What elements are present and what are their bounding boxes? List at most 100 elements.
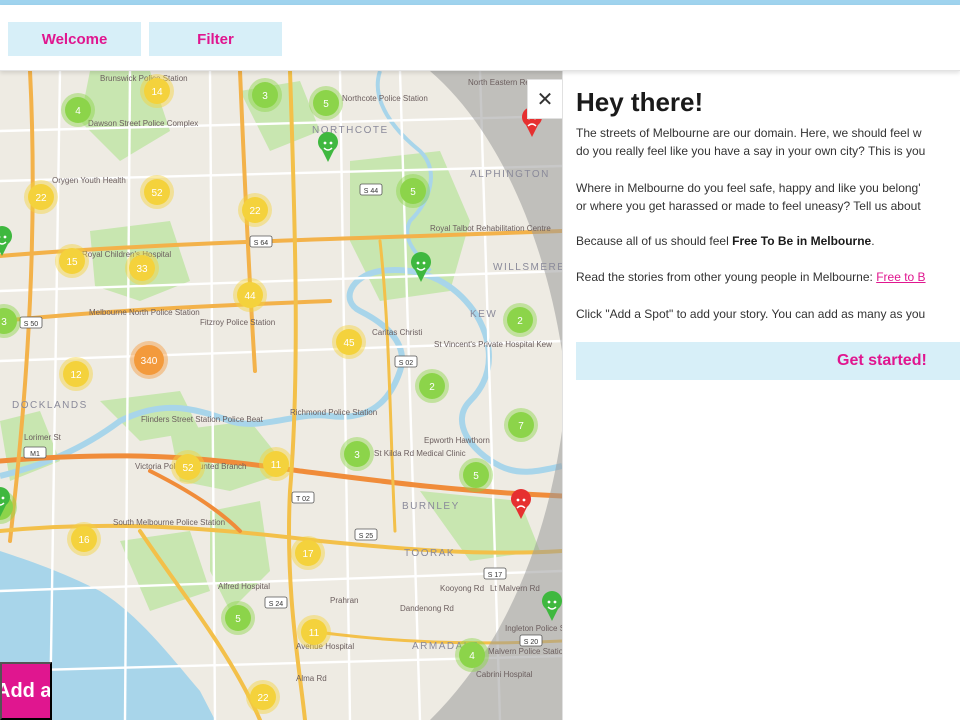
cluster-count: 5	[473, 471, 479, 482]
marker-eye	[323, 141, 327, 145]
map-cluster[interactable]: 16	[67, 522, 101, 556]
add-spot-button[interactable]: Add a Spot	[0, 662, 52, 720]
road-shield-label: S 44	[364, 188, 379, 195]
intro-paragraph-line-1: The streets of Melbourne are our domain.…	[576, 126, 922, 140]
map-cluster[interactable]: 5	[221, 601, 255, 635]
map-cluster[interactable]: 2	[415, 369, 449, 403]
map-cluster[interactable]: 2	[503, 303, 537, 337]
map-cluster[interactable]: 11	[259, 447, 293, 481]
free-to-be-suffix: .	[871, 234, 875, 248]
map-cluster[interactable]: 7	[504, 408, 538, 442]
road-shield-label: S 20	[524, 639, 539, 646]
cluster-count: 7	[518, 421, 524, 432]
add-spot-instructions: Click "Add a Spot" to add your story. Yo…	[576, 307, 926, 321]
map-cluster[interactable]: 22	[238, 193, 272, 227]
map-cluster[interactable]: 44	[233, 278, 267, 312]
map-cluster[interactable]: 52	[140, 175, 174, 209]
road-shield-label: S 17	[488, 572, 503, 579]
cluster-count: 14	[151, 87, 163, 98]
map-cluster[interactable]: 4	[455, 638, 489, 672]
question-paragraph-line-2: or where you get harassed or made to fee…	[576, 199, 921, 213]
map-cluster[interactable]: 22	[246, 680, 280, 714]
road-shield-label: S 64	[254, 240, 269, 247]
cluster-count: 3	[1, 317, 7, 328]
marker-eye	[547, 600, 551, 604]
add-spot-label: Add a Spot	[2, 679, 52, 702]
filter-button[interactable]: Filter	[149, 22, 282, 56]
cluster-count: 22	[35, 193, 47, 204]
stories-link[interactable]: Free to B	[876, 270, 925, 284]
marker-eye	[522, 498, 526, 502]
map-cluster[interactable]: 340	[130, 341, 168, 379]
cluster-count: 15	[66, 257, 78, 268]
map-place-label: Alfred Hospital	[218, 582, 270, 591]
road-shield-label: S 25	[359, 533, 374, 540]
map-cluster[interactable]: 33	[125, 251, 159, 285]
map-cluster[interactable]: 17	[291, 536, 325, 570]
map-place-label: Prahran	[330, 596, 358, 605]
road-shield-label: T 02	[296, 496, 310, 503]
map-place-label: TOORAK	[404, 548, 455, 559]
map-place-label: Fitzroy Police Station	[200, 318, 275, 327]
cluster-count: 5	[410, 187, 416, 198]
map-place-label: WILLSMERE	[493, 262, 562, 273]
close-panel-button[interactable]: ✕	[527, 79, 562, 119]
map-cluster[interactable]: 11	[297, 615, 331, 649]
cluster-count: 52	[182, 463, 194, 474]
map-cluster[interactable]: 14	[140, 74, 174, 108]
map-place-label: KEW	[470, 309, 497, 320]
map-cluster[interactable]: 3	[248, 78, 282, 112]
map-place-label: Melbourne North Police Station	[89, 308, 200, 317]
close-icon: ✕	[536, 88, 554, 111]
map-place-label: Lorimer St	[24, 433, 62, 442]
marker-eye	[553, 600, 557, 604]
cluster-count: 16	[78, 535, 90, 546]
map-view[interactable]: Brunswick Police Station Dawson Street Po…	[0, 71, 562, 720]
get-started-button[interactable]: Get started!	[576, 342, 960, 380]
map-cluster[interactable]: 5	[309, 86, 343, 120]
stories-paragraph: Read the stories from other young people…	[576, 268, 926, 286]
cluster-count: 52	[151, 188, 163, 199]
map-cluster[interactable]: 4	[61, 93, 95, 127]
cluster-count: 3	[354, 450, 360, 461]
stories-prefix: Read the stories from other young people…	[576, 270, 877, 284]
welcome-button[interactable]: Welcome	[8, 22, 141, 56]
map-cluster[interactable]: 3	[340, 437, 374, 471]
road-shield: M1	[23, 446, 47, 459]
marker-eye	[422, 261, 426, 265]
map-cluster[interactable]: 45	[332, 325, 366, 359]
map-cluster[interactable]: 52	[171, 450, 205, 484]
cluster-count: 4	[469, 651, 475, 662]
map-place-label: Richmond Police Station	[290, 408, 377, 417]
map-place-label: ALPHINGTON	[470, 169, 550, 180]
smile-marker-icon[interactable]	[0, 226, 12, 256]
road-shield: S 20	[519, 634, 543, 647]
map-cluster[interactable]: 15	[55, 244, 89, 278]
map-cluster[interactable]: 22	[24, 180, 58, 214]
cluster-count: 5	[235, 614, 241, 625]
cluster-count: 44	[244, 291, 256, 302]
marker-pin	[0, 226, 12, 256]
map-place-label: South Melbourne Police Station	[113, 518, 225, 527]
cluster-count: 2	[429, 382, 435, 393]
map-place-label: Dawson Street Police Complex	[88, 119, 198, 128]
road-shield: S 17	[483, 567, 507, 580]
map-place-label: Dandenong Rd	[400, 604, 454, 613]
map-canvas[interactable]: Brunswick Police StationDawson Street Po…	[0, 71, 562, 720]
cluster-count: 5	[323, 99, 329, 110]
map-cluster[interactable]: 3	[0, 304, 21, 338]
road-shield-label: S 24	[269, 601, 284, 608]
road-shield: S 25	[354, 528, 378, 541]
map-place-label: Caritas Christi	[372, 328, 422, 337]
map-place-label: Lt Malvern Rd	[490, 584, 540, 593]
cluster-count: 22	[257, 693, 269, 704]
road-shield: S 24	[264, 596, 288, 609]
map-cluster[interactable]: 12	[59, 357, 93, 391]
map-cluster[interactable]: 5	[396, 174, 430, 208]
free-to-be-paragraph: Because all of us should feel Free To Be…	[576, 232, 875, 250]
road-shield: S 64	[249, 235, 273, 248]
cluster-count: 17	[302, 549, 314, 560]
map-cluster[interactable]: 5	[459, 458, 493, 492]
cluster-count: 33	[136, 264, 148, 275]
smile-marker-icon[interactable]	[318, 132, 339, 162]
